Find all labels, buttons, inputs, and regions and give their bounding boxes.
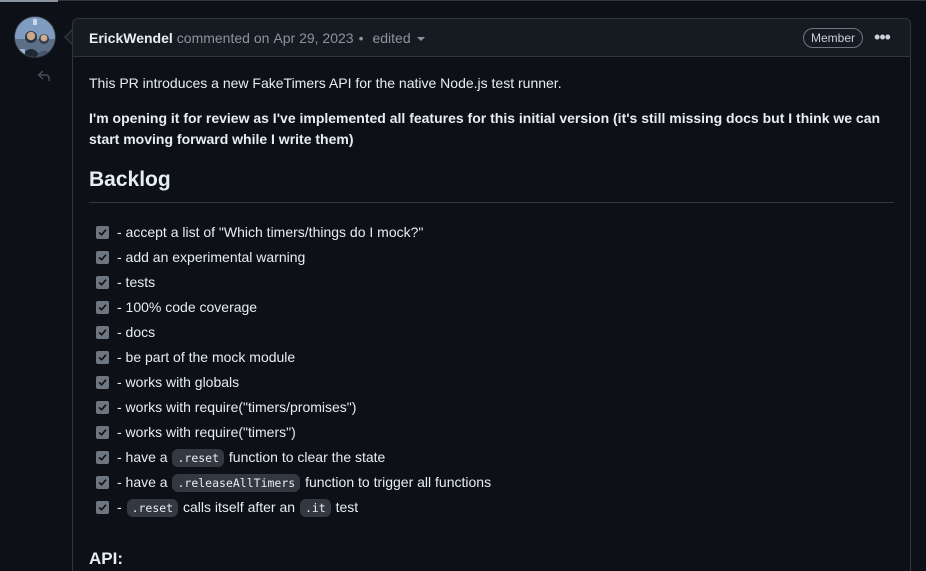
check-icon [98,329,107,336]
reply-icon[interactable] [36,68,52,84]
avatar-image [15,17,55,57]
task-text: - accept a list of "Which timers/things … [117,224,424,240]
task-list-item: - docs [89,320,894,345]
inline-code: .releaseAllTimers [172,473,301,492]
task-text: - be part of the mock module [117,349,296,365]
task-text-prefix: - have a [117,448,172,465]
backlog-heading: Backlog [89,166,894,203]
check-icon [98,404,107,411]
task-list-item: - .reset calls itself after an .it test [89,495,894,520]
task-text-middle: calls itself after an [179,498,299,515]
task-list-item: - accept a list of "Which timers/things … [89,220,894,245]
task-checkbox[interactable] [96,276,109,289]
task-checkbox[interactable] [96,376,109,389]
comment-header: ErickWendel commented on Apr 29, 2023 • … [73,19,910,57]
check-icon [98,479,107,486]
check-icon [98,279,107,286]
task-text: - works with require("timers") [117,424,296,440]
task-checkbox[interactable] [96,226,109,239]
task-list: - accept a list of "Which timers/things … [89,220,894,520]
intro-paragraph: This PR introduces a new FakeTimers API … [89,75,562,91]
api-heading: API: [89,549,123,568]
comment-box: ErickWendel commented on Apr 29, 2023 • … [72,18,911,571]
task-text-suffix: function to trigger all functions [301,473,492,490]
task-checkbox[interactable] [96,501,109,514]
reply-icon-graphic [37,70,50,82]
task-text: - docs [117,324,156,340]
edited-label: edited [372,29,411,46]
inline-code: .reset [172,448,225,467]
task-list-item: - have a .releaseAllTimers function to t… [89,470,894,495]
task-list-item: - add an experimental warning [89,245,894,270]
top-divider [0,0,926,1]
chevron-down-icon [416,36,425,41]
check-icon [98,354,107,361]
pr-conversation-page: ErickWendel commented on Apr 29, 2023 • … [0,0,926,571]
comment-action: commented on [176,29,270,46]
kebab-horizontal-icon[interactable]: ••• [872,27,892,47]
check-icon [98,304,107,311]
task-text: - add an experimental warning [117,249,306,265]
task-list-item: - be part of the mock module [89,345,894,370]
task-checkbox[interactable] [96,401,109,414]
task-text: - 100% code coverage [117,299,258,315]
task-checkbox[interactable] [96,351,109,364]
task-checkbox[interactable] [96,326,109,339]
review-note-paragraph: I'm opening it for review as I've implem… [89,110,881,147]
check-icon [98,504,107,511]
task-text-suffix: test [331,498,359,515]
edited-history-dropdown[interactable]: edited [372,29,425,46]
active-tab-underline [0,0,58,2]
comment-date-link[interactable]: Apr 29, 2023 [273,30,353,46]
inline-code: .it [299,498,331,517]
task-list-item: - tests [89,270,894,295]
task-text: - have a .reset function to clear the st… [117,447,385,469]
comment-body: This PR introduces a new FakeTimers API … [73,57,910,569]
check-icon [98,229,107,236]
task-list-item: - 100% code coverage [89,295,894,320]
task-checkbox[interactable] [96,476,109,489]
task-text: - works with globals [117,374,240,390]
task-list-item: - works with globals [89,370,894,395]
task-checkbox[interactable] [96,301,109,314]
task-checkbox[interactable] [96,251,109,264]
task-text: - have a .releaseAllTimers function to t… [117,472,491,494]
task-list-item: - works with require("timers/promises") [89,395,894,420]
check-icon [98,379,107,386]
comment-author-link[interactable]: ErickWendel [89,30,173,46]
member-badge: Member [802,28,863,48]
task-list-item: - works with require("timers") [89,420,894,445]
task-list-item: - have a .reset function to clear the st… [89,445,894,470]
check-icon [98,254,107,261]
author-avatar[interactable] [15,17,55,57]
check-icon [98,429,107,436]
task-text-prefix: - have a [117,473,172,490]
task-text-suffix: function to clear the state [225,448,386,465]
task-text-prefix: - [117,498,126,515]
inline-code: .reset [126,498,179,517]
task-checkbox[interactable] [96,426,109,439]
check-icon [98,454,107,461]
task-checkbox[interactable] [96,451,109,464]
task-text: - tests [117,274,156,290]
task-text: - .reset calls itself after an .it test [117,497,358,519]
meta-separator: • [358,29,364,46]
task-text: - works with require("timers/promises") [117,399,357,415]
